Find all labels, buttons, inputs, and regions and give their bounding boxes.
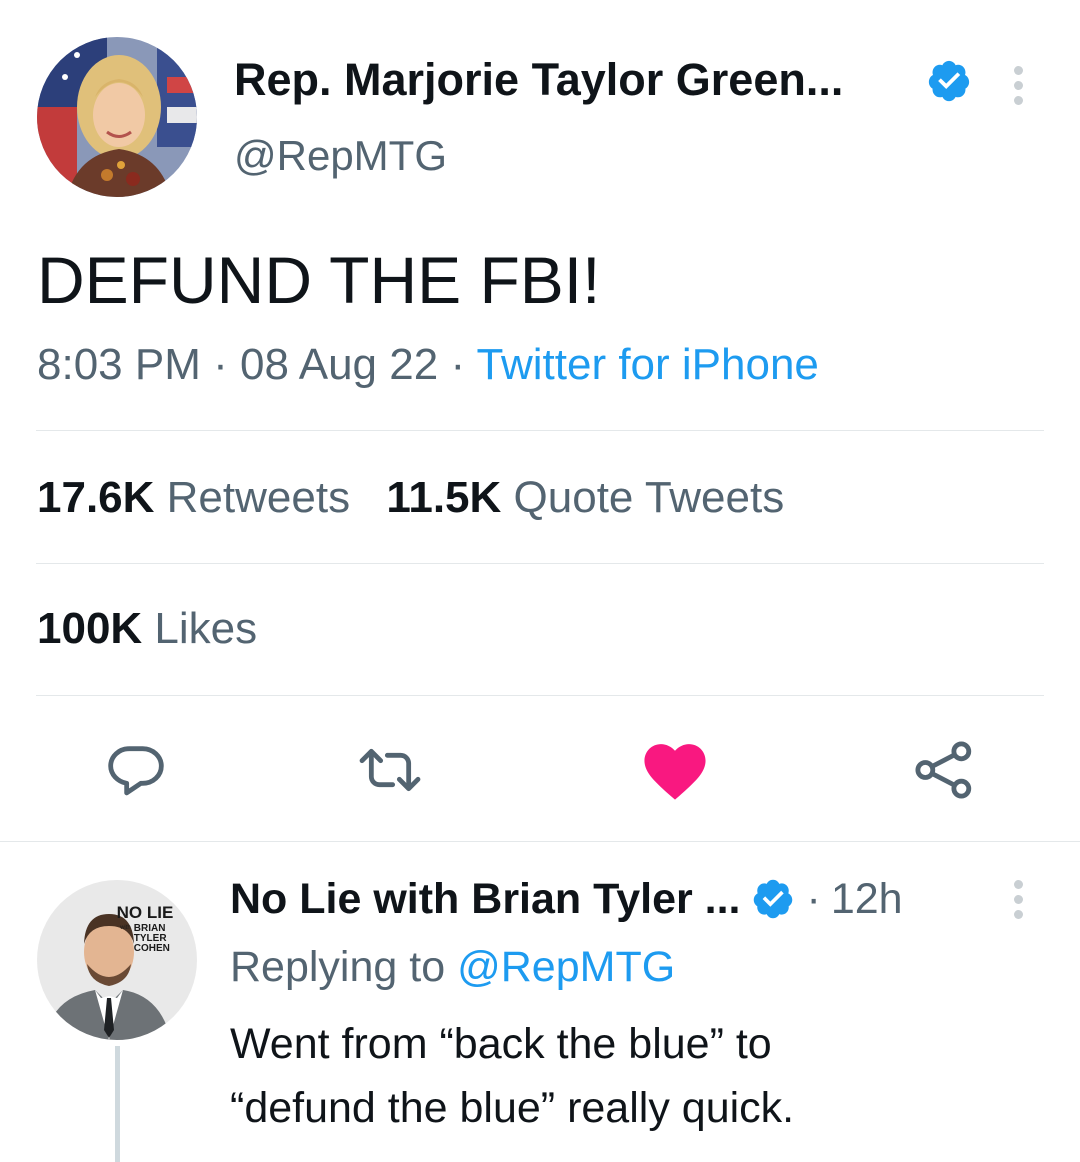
replying-to: Replying to @RepMTG xyxy=(230,940,675,994)
stats-row: 17.6K Retweets 11.5K Quote Tweets xyxy=(37,470,784,526)
meta-separator: · xyxy=(213,340,228,389)
reply-icon[interactable] xyxy=(104,738,168,802)
quotes-count: 11.5K xyxy=(386,473,502,522)
divider xyxy=(36,430,1044,431)
replying-to-handle[interactable]: @RepMTG xyxy=(457,943,675,991)
avatar-photo xyxy=(37,37,197,197)
quotes-label: Quote Tweets xyxy=(513,473,785,522)
like-icon[interactable] xyxy=(640,738,710,802)
more-options-icon[interactable] xyxy=(1014,66,1023,105)
retweets-stat[interactable]: 17.6K Retweets xyxy=(37,473,362,522)
meta-separator: · xyxy=(450,340,466,389)
retweet-icon[interactable] xyxy=(355,738,425,802)
reply-header: No Lie with Brian Tyler ... · 12h xyxy=(230,872,903,926)
reply-separator: · xyxy=(806,875,821,923)
reply-avatar-logo: NO LIE with BRIAN TYLER COHEN xyxy=(109,904,181,954)
reply-text-line: Went from “back the blue” to xyxy=(230,1020,772,1068)
reply-time[interactable]: 12h xyxy=(831,872,903,926)
author-handle[interactable]: @RepMTG xyxy=(234,130,447,182)
reply-text-line: “defund the blue” really quick. xyxy=(230,1084,795,1132)
tweet-time[interactable]: 8:03 PM xyxy=(37,340,201,389)
author-name[interactable]: Rep. Marjorie Taylor Green... xyxy=(234,52,843,108)
author-avatar[interactable] xyxy=(37,37,197,197)
reply-text: Went from “back the blue” to “defund the… xyxy=(230,1012,794,1140)
reply-author-avatar[interactable]: NO LIE with BRIAN TYLER COHEN xyxy=(37,880,197,1040)
likes-stat[interactable]: 100K Likes xyxy=(37,601,257,657)
divider xyxy=(36,695,1044,696)
verified-badge-icon xyxy=(926,58,972,104)
retweets-label: Retweets xyxy=(166,473,351,522)
share-icon[interactable] xyxy=(912,738,976,802)
logo-title: NO LIE xyxy=(116,903,174,922)
divider xyxy=(36,563,1044,564)
replying-to-label: Replying to xyxy=(230,943,446,991)
reply-verified-badge-icon xyxy=(751,877,795,921)
reply-author-name[interactable]: No Lie with Brian Tyler ... xyxy=(230,872,741,926)
logo-with: with xyxy=(120,925,131,931)
tweet-meta: 8:03 PM · 08 Aug 22 · Twitter for iPhone xyxy=(37,337,819,393)
likes-count: 100K xyxy=(37,604,143,653)
thread-line xyxy=(115,1046,120,1162)
quotes-stat[interactable]: 11.5K Quote Tweets xyxy=(386,473,784,522)
section-divider xyxy=(0,841,1080,842)
tweet-text: DEFUND THE FBI! xyxy=(37,243,601,317)
tweet-date[interactable]: 08 Aug 22 xyxy=(240,340,438,389)
retweets-count: 17.6K xyxy=(37,473,155,522)
logo-line3: COHEN xyxy=(133,943,170,954)
likes-label: Likes xyxy=(154,604,258,653)
tweet-source-link[interactable]: Twitter for iPhone xyxy=(477,340,819,389)
reply-more-options-icon[interactable] xyxy=(1014,880,1023,919)
